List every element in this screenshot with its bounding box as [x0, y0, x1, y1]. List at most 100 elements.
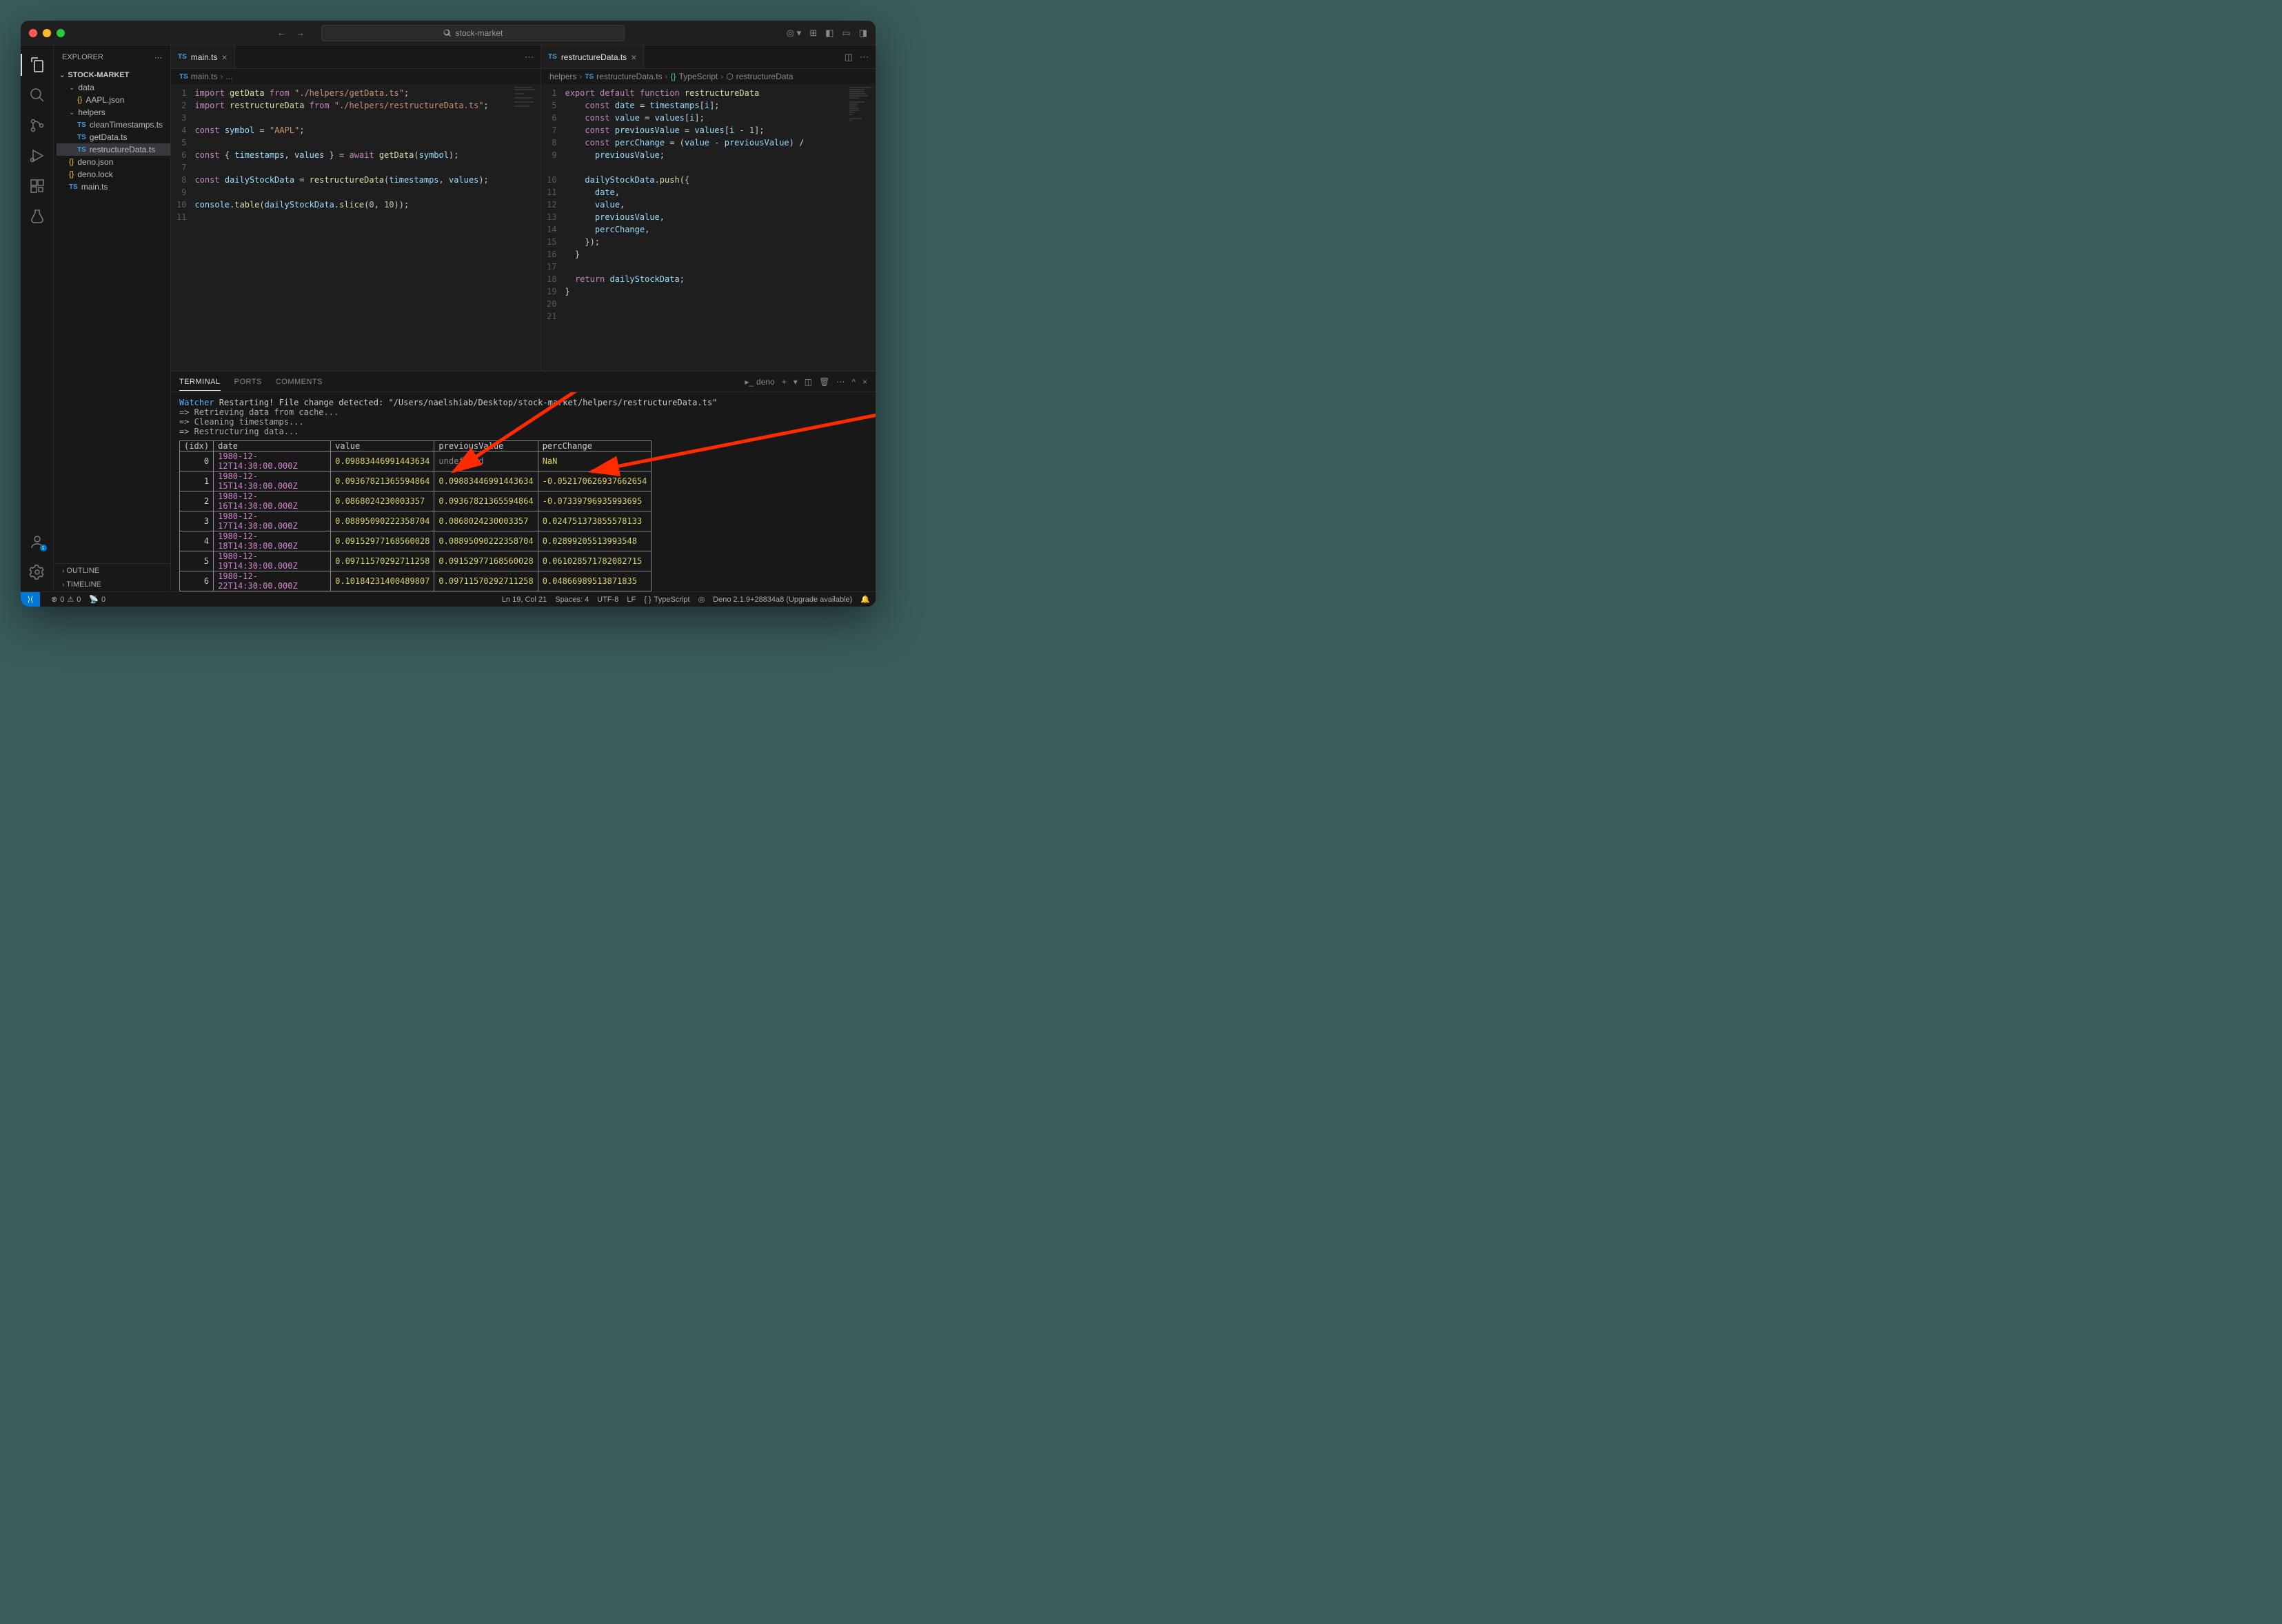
- zoom-icon[interactable]: [57, 29, 65, 37]
- minimize-icon[interactable]: [43, 29, 51, 37]
- terminal-process[interactable]: ▸_deno: [745, 377, 774, 387]
- gutter: 156789 101112131415161718192021: [541, 84, 565, 371]
- nav-arrows: ← →: [277, 28, 305, 38]
- close-panel-icon[interactable]: ×: [862, 377, 867, 387]
- minimap[interactable]: [848, 84, 876, 371]
- panel: TERMINAL PORTS COMMENTS ▸_deno + ▾ ◫ 🗑 ⋯…: [171, 371, 876, 591]
- trash-icon[interactable]: 🗑: [819, 377, 829, 387]
- explorer-sidebar: EXPLORER ⋯ ⌄ STOCK-MARKET ⌄data {}AAPL.j…: [54, 45, 171, 591]
- scm-activity[interactable]: [21, 112, 54, 139]
- json-icon: {}: [69, 158, 74, 166]
- code-right[interactable]: 156789 101112131415161718192021 export d…: [541, 84, 876, 371]
- file-clean-ts[interactable]: TScleanTimestamps.ts: [57, 119, 170, 131]
- table-row: 51980-12-19T14:30:00.000Z0.0971157029271…: [180, 551, 652, 571]
- outline-section[interactable]: › OUTLINE: [54, 564, 170, 578]
- chevron-down-icon: ⌄: [69, 109, 74, 116]
- tab-label: restructureData.ts: [561, 52, 627, 62]
- command-center[interactable]: stock-market: [321, 25, 625, 41]
- titlebar-right: ◎ ▾ ⊞ ◧ ▭ ◨: [787, 28, 867, 39]
- file-deno-json[interactable]: {}deno.json: [57, 156, 170, 168]
- folder-helpers[interactable]: ⌄helpers: [57, 106, 170, 119]
- gutter: 1234567891011: [171, 84, 194, 371]
- panel-more-icon[interactable]: ⋯: [836, 377, 845, 387]
- debug-activity[interactable]: [21, 142, 54, 170]
- close-icon[interactable]: [29, 29, 37, 37]
- tab-more-icon[interactable]: ⋯: [860, 52, 869, 63]
- file-getdata-ts[interactable]: TSgetData.ts: [57, 131, 170, 143]
- back-icon[interactable]: ←: [277, 28, 286, 38]
- terminal-content[interactable]: Watcher Restarting! File change detected…: [171, 392, 876, 591]
- file-tree: ⌄data {}AAPL.json ⌄helpers TScleanTimest…: [54, 81, 170, 193]
- split-icon[interactable]: ◫: [845, 52, 853, 63]
- breadcrumb-left[interactable]: TS main.ts › ...: [171, 69, 541, 84]
- layout-icon[interactable]: ⊞: [809, 28, 817, 39]
- file-restructure-ts[interactable]: TSrestructureData.ts: [57, 143, 170, 156]
- deno-status[interactable]: Deno 2.1.9+28834a8 (Upgrade available): [713, 596, 852, 604]
- traffic-lights: [29, 29, 65, 37]
- tab-restructure[interactable]: TS restructureData.ts ×: [541, 45, 644, 68]
- extensions-activity[interactable]: [21, 172, 54, 200]
- editor-group: TS main.ts × ⋯ TS main.ts › ... 12345678…: [171, 45, 876, 371]
- timeline-section[interactable]: › TIMELINE: [54, 578, 170, 591]
- statusbar: ⟩⟨ ⊗ 0 ⚠ 0 📡 0 Ln 19, Col 21 Spaces: 4 U…: [21, 591, 876, 607]
- close-icon[interactable]: ×: [631, 52, 636, 63]
- panel-tabs: TERMINAL PORTS COMMENTS ▸_deno + ▾ ◫ 🗑 ⋯…: [171, 372, 876, 392]
- terminal-tab[interactable]: TERMINAL: [179, 378, 221, 391]
- workspace-folder[interactable]: ⌄ STOCK-MARKET: [54, 69, 170, 81]
- breadcrumb-right[interactable]: helpers › TS restructureData.ts › {} Typ…: [541, 69, 876, 84]
- tab-more-icon[interactable]: ⋯: [525, 52, 534, 63]
- col-value: value: [331, 441, 434, 451]
- ts-icon: TS: [77, 134, 86, 141]
- comments-tab[interactable]: COMMENTS: [276, 378, 323, 386]
- editor-right: TS restructureData.ts × ◫ ⋯ helpers › TS: [541, 45, 876, 371]
- encoding[interactable]: UTF-8: [597, 596, 618, 604]
- copilot-icon[interactable]: ◎ ▾: [787, 28, 801, 39]
- tab-main[interactable]: TS main.ts ×: [171, 45, 235, 68]
- tabs-right: TS restructureData.ts × ◫ ⋯: [541, 45, 876, 69]
- table-row: 71980-12-23T14:30:00.000Z0.1061399430036…: [180, 591, 652, 592]
- settings-activity[interactable]: [21, 558, 54, 586]
- explorer-more-icon[interactable]: ⋯: [154, 53, 162, 62]
- problems[interactable]: ⊗ 0 ⚠ 0: [51, 595, 81, 604]
- new-terminal-icon[interactable]: +: [782, 377, 787, 387]
- terminal-dropdown-icon[interactable]: ▾: [794, 377, 798, 387]
- file-aapl-json[interactable]: {}AAPL.json: [57, 94, 170, 106]
- indentation[interactable]: Spaces: 4: [555, 596, 589, 604]
- copilot-status[interactable]: ◎: [698, 595, 705, 604]
- table-row: 61980-12-22T14:30:00.000Z0.1018423140048…: [180, 571, 652, 591]
- ports-tab[interactable]: PORTS: [234, 378, 262, 386]
- ports-status[interactable]: 📡 0: [89, 595, 105, 604]
- ts-icon: TS: [77, 121, 86, 129]
- close-icon[interactable]: ×: [221, 52, 227, 63]
- code-left[interactable]: 1234567891011 import getData from "./hel…: [171, 84, 541, 371]
- minimap[interactable]: [513, 84, 541, 371]
- explorer-title: EXPLORER: [62, 53, 103, 61]
- accounts-activity[interactable]: 1: [21, 528, 54, 556]
- remote-icon[interactable]: ⟩⟨: [21, 592, 40, 607]
- file-deno-lock[interactable]: {}deno.lock: [57, 168, 170, 181]
- ts-icon: TS: [77, 146, 86, 154]
- table-row: 21980-12-16T14:30:00.000Z0.0868024230003…: [180, 491, 652, 511]
- testing-activity[interactable]: [21, 203, 54, 230]
- maximize-icon[interactable]: ^: [851, 377, 856, 387]
- ts-icon: TS: [178, 53, 187, 61]
- panel-bottom-icon[interactable]: ▭: [842, 28, 850, 39]
- workbench: 1 EXPLORER ⋯ ⌄ STOCK-MARKET ⌄data {}AAPL…: [21, 45, 876, 591]
- code-content: export default function restructureData …: [565, 84, 848, 371]
- chevron-down-icon: ⌄: [69, 84, 74, 92]
- folder-data[interactable]: ⌄data: [57, 81, 170, 94]
- notifications-icon[interactable]: 🔔: [860, 595, 870, 604]
- explorer-activity[interactable]: [21, 51, 54, 79]
- cursor-position[interactable]: Ln 19, Col 21: [502, 596, 547, 604]
- file-main-ts[interactable]: TSmain.ts: [57, 181, 170, 193]
- eol[interactable]: LF: [627, 596, 636, 604]
- language-mode[interactable]: { } TypeScript: [644, 596, 689, 604]
- split-terminal-icon[interactable]: ◫: [805, 377, 812, 387]
- panel-left-icon[interactable]: ◧: [825, 28, 834, 39]
- json-icon: {}: [69, 170, 74, 179]
- ts-icon: TS: [179, 73, 188, 81]
- panel-right-icon[interactable]: ◨: [859, 28, 867, 39]
- chevron-down-icon: ⌄: [59, 72, 65, 79]
- forward-icon[interactable]: →: [296, 28, 305, 38]
- search-activity[interactable]: [21, 81, 54, 109]
